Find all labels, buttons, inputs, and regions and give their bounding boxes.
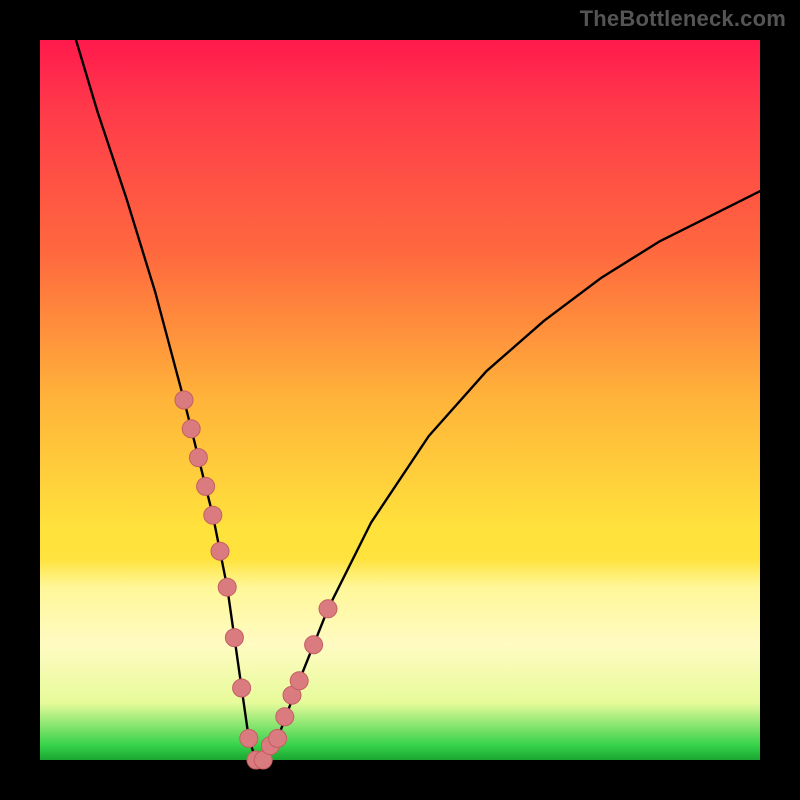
curve-svg <box>40 40 760 760</box>
marker-dot <box>276 708 294 726</box>
marker-dot <box>305 636 323 654</box>
highlight-markers <box>175 391 337 769</box>
marker-dot <box>175 391 193 409</box>
marker-dot <box>182 420 200 438</box>
marker-dot <box>319 600 337 618</box>
marker-dot <box>225 629 243 647</box>
marker-dot <box>211 542 229 560</box>
marker-dot <box>233 679 251 697</box>
marker-dot <box>290 672 308 690</box>
marker-dot <box>240 729 258 747</box>
marker-dot <box>197 477 215 495</box>
marker-dot <box>218 578 236 596</box>
plot-area <box>40 40 760 760</box>
watermark-text: TheBottleneck.com <box>580 6 786 32</box>
marker-dot <box>204 506 222 524</box>
marker-dot <box>189 449 207 467</box>
marker-dot <box>269 729 287 747</box>
chart-frame: TheBottleneck.com <box>0 0 800 800</box>
